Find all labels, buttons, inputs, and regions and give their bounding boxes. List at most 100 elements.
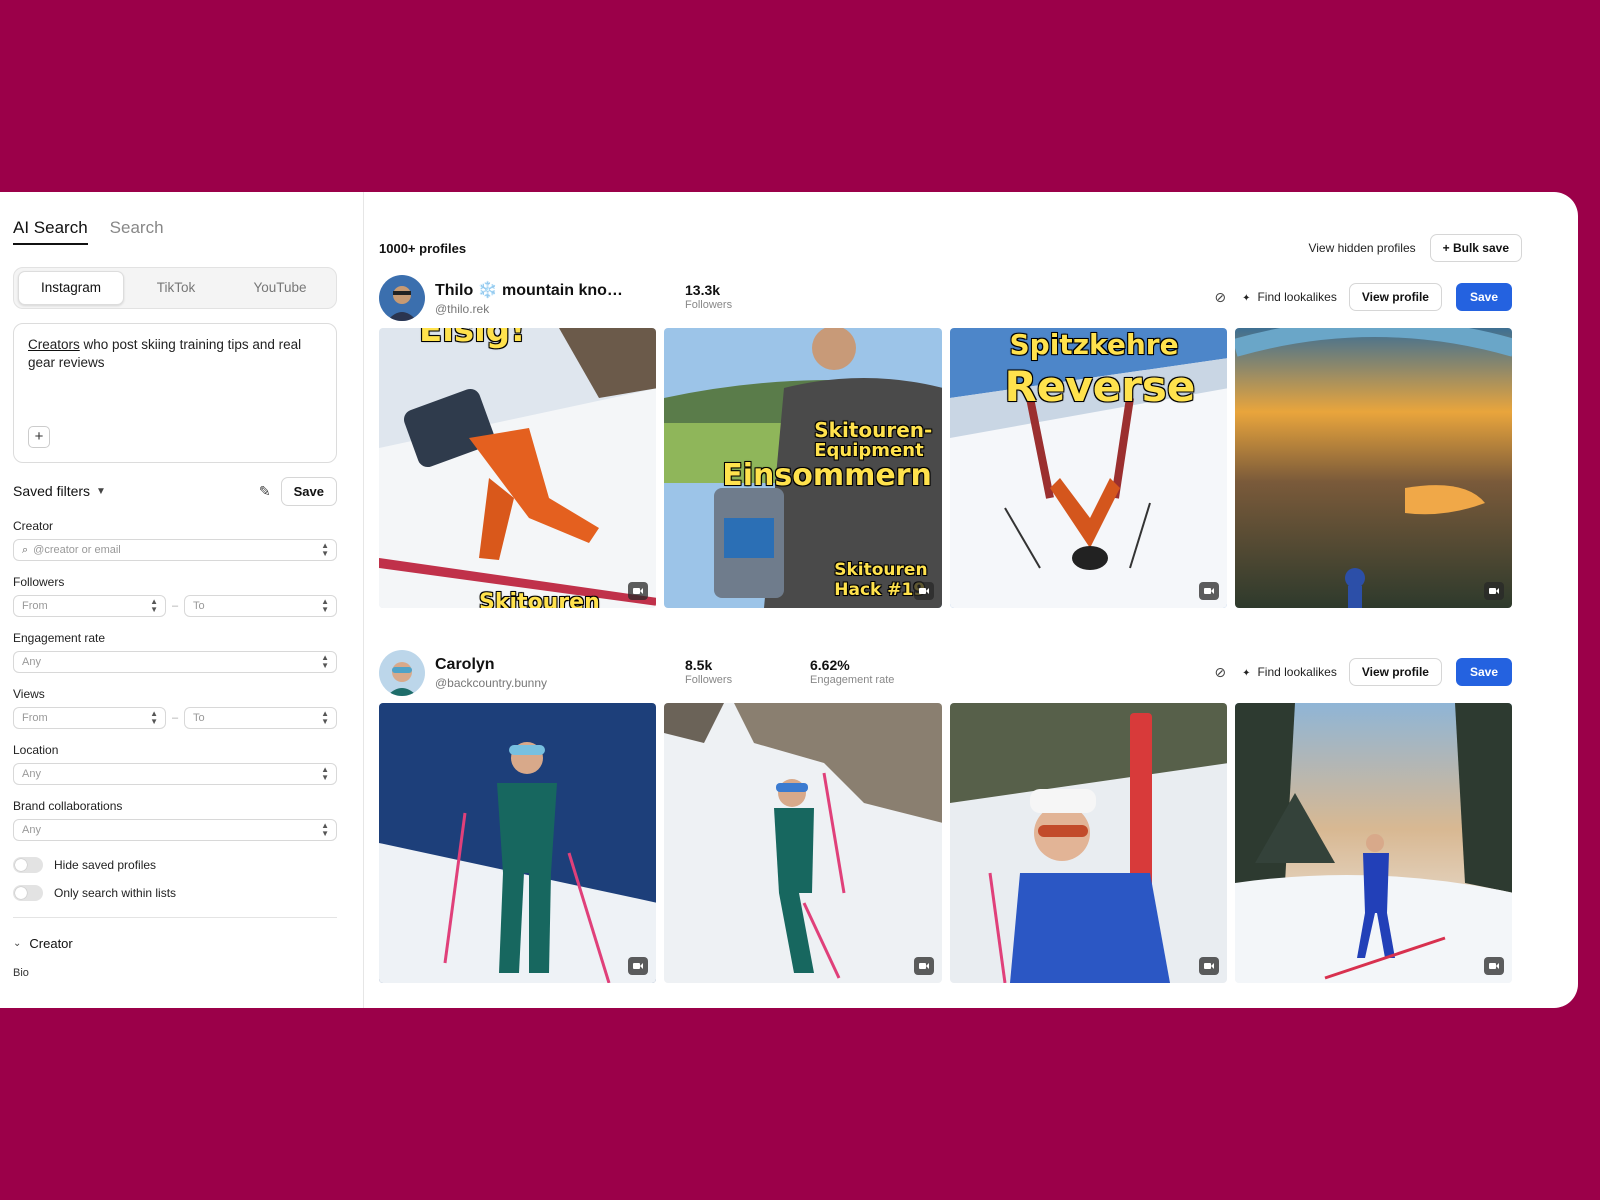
find-lookalikes-label: Find lookalikes — [1257, 665, 1337, 679]
hide-profile-icon[interactable]: ⊘ — [1214, 664, 1226, 681]
find-lookalikes-label: Find lookalikes — [1257, 290, 1337, 304]
avatar[interactable] — [379, 275, 425, 321]
video-icon — [1484, 957, 1504, 975]
sparkle-icon: ✦ — [1242, 668, 1251, 679]
creator-placeholder: @creator or email — [33, 544, 121, 556]
views-from-text: From — [22, 712, 48, 724]
find-lookalikes-button[interactable]: ✦ Find lookalikes — [1242, 665, 1337, 679]
chevron-down-icon: ▼ — [96, 485, 106, 497]
platform-tiktok[interactable]: TikTok — [124, 272, 228, 304]
post-thumbnail[interactable] — [664, 703, 942, 983]
hide-profile-icon[interactable]: ⊘ — [1214, 289, 1226, 306]
creator-card: Thilo ❄️ mountain kno… @thilo.rek 13.3k … — [379, 272, 1512, 608]
tab-ai-search[interactable]: AI Search — [13, 218, 88, 245]
updown-icon: ▲ ▼ — [150, 597, 159, 614]
followers-label: Followers — [685, 299, 733, 311]
updown-icon: ▲ ▼ — [150, 709, 159, 726]
creator-section-toggle[interactable]: ⌄ Creator — [13, 936, 337, 951]
creator-section-label: Creator — [29, 936, 73, 951]
post-overlay-text: Reverse — [1004, 362, 1196, 411]
views-to-select[interactable]: To ▲ ▼ — [183, 707, 337, 729]
save-profile-button[interactable]: Save — [1455, 658, 1512, 686]
post-overlay-text: Spitzkehre — [1009, 328, 1179, 361]
saved-filters-row: Saved filters ▼ ✎ Save — [13, 476, 337, 506]
within-lists-toggle[interactable] — [13, 885, 43, 901]
location-select[interactable]: Any ▲ ▼ — [13, 763, 337, 785]
followers-filter-label: Followers — [13, 575, 65, 589]
post-overlay-text: Skitouren- — [814, 418, 933, 442]
creator-search-input[interactable]: ⌕ @creator or email ▲ ▼ — [13, 539, 337, 561]
creator-name[interactable]: Carolyn — [435, 656, 547, 674]
find-lookalikes-button[interactable]: ✦ Find lookalikes — [1242, 290, 1337, 304]
platform-youtube[interactable]: YouTube — [228, 272, 332, 304]
followers-value: 8.5k — [685, 657, 713, 673]
post-thumbnail[interactable]: Spitzkehre Reverse — [949, 328, 1227, 608]
bulk-save-button[interactable]: + Bulk save — [1429, 234, 1522, 262]
hide-saved-label: Hide saved profiles — [54, 858, 157, 872]
brand-select[interactable]: Any ▲ ▼ — [13, 819, 337, 841]
prompt-highlight: Creators — [28, 337, 80, 352]
platform-instagram[interactable]: Instagram — [18, 271, 124, 305]
updown-icon: ▲ ▼ — [321, 709, 329, 726]
creator-filter-label: Creator — [13, 519, 54, 533]
search-mode-tabs: AI Search Search — [13, 218, 337, 245]
post-thumbnail[interactable] — [949, 703, 1227, 983]
post-thumbnail[interactable]: Eisig! Skitouren — [379, 328, 657, 608]
sparkle-icon: ✦ — [1242, 293, 1251, 304]
ai-prompt-input[interactable]: Creators who post skiing training tips a… — [13, 323, 337, 463]
video-icon — [913, 582, 934, 600]
followers-from-select[interactable]: From ▲ ▼ — [13, 595, 167, 617]
post-thumbnail[interactable] — [1234, 328, 1512, 608]
video-icon — [628, 957, 649, 975]
chevron-down-icon: ⌄ — [13, 938, 22, 949]
creator-handle: @thilo.rek — [435, 302, 490, 316]
divider — [13, 917, 337, 918]
updown-icon: ▲ ▼ — [321, 821, 329, 838]
view-profile-button[interactable]: View profile — [1348, 283, 1442, 311]
video-icon — [913, 957, 934, 975]
followers-range: From ▲ ▼ – To ▲ ▼ — [13, 595, 337, 617]
results-panel: 1000+ profiles View hidden profiles + Bu… — [364, 192, 1578, 1008]
hide-saved-toggle[interactable] — [13, 857, 43, 873]
post-overlay-text: Einsommern — [722, 458, 932, 493]
creator-handle: @backcountry.bunny — [435, 676, 548, 690]
post-overlay-text: Skitouren — [834, 560, 928, 580]
filters-sidebar: AI Search Search Instagram TikTok YouTub… — [0, 192, 364, 1008]
results-toolbar: 1000+ profiles View hidden profiles + Bu… — [379, 234, 1522, 262]
view-hidden-profiles-link[interactable]: View hidden profiles — [1308, 241, 1415, 255]
post-overlay-text: Eisig! — [419, 328, 526, 350]
views-filter-label: Views — [13, 687, 45, 701]
post-thumbnail[interactable]: Skitouren- Equipment Einsommern Skitoure… — [664, 328, 942, 608]
post-tiles: Eisig! Skitouren Skitouren- Equipment Ei… — [379, 328, 1512, 608]
creator-actions: ⊘ ✦ Find lookalikes View profile Save — [1214, 283, 1512, 311]
post-thumbnail[interactable] — [379, 703, 657, 983]
saved-filters-label: Saved filters — [13, 483, 91, 499]
view-profile-button[interactable]: View profile — [1348, 658, 1442, 686]
avatar[interactable] — [379, 650, 425, 696]
post-overlay-text: Skitouren — [479, 590, 600, 608]
save-profile-button[interactable]: Save — [1455, 283, 1512, 311]
add-attachment-button[interactable]: + — [28, 426, 50, 448]
creator-name[interactable]: Thilo ❄️ mountain kno… — [435, 280, 623, 300]
engagement-label: Engagement rate — [810, 674, 895, 686]
brand-value: Any — [22, 824, 41, 836]
within-lists-row: Only search within lists — [13, 885, 337, 901]
views-range: From ▲ ▼ – To ▲ ▼ — [13, 707, 337, 729]
engagement-value: 6.62% — [810, 657, 850, 673]
profile-count: 1000+ profiles — [379, 240, 467, 256]
views-from-select[interactable]: From ▲ ▼ — [13, 707, 167, 729]
saved-filters-dropdown[interactable]: Saved filters ▼ — [13, 483, 106, 499]
within-lists-label: Only search within lists — [54, 886, 177, 900]
save-filters-button[interactable]: Save — [280, 476, 337, 506]
post-thumbnail[interactable] — [1234, 703, 1512, 983]
followers-to-select[interactable]: To ▲ ▼ — [183, 595, 337, 617]
engagement-select[interactable]: Any ▲ ▼ — [13, 651, 337, 673]
followers-label: Followers — [685, 674, 733, 686]
post-overlay-text: Hack #19 — [834, 580, 926, 600]
followers-value: 13.3k — [685, 282, 721, 298]
creator-card: Carolyn @backcountry.bunny 8.5k Follower… — [379, 647, 1512, 983]
pencil-icon[interactable]: ✎ — [259, 483, 271, 500]
updown-icon: ▲ ▼ — [321, 541, 329, 558]
video-icon — [1484, 582, 1504, 600]
tab-search[interactable]: Search — [110, 218, 164, 245]
